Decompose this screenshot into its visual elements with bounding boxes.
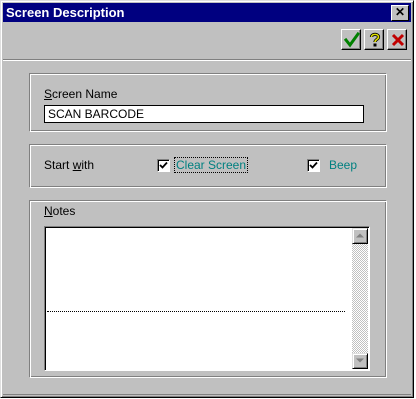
check-icon [309,161,318,169]
page-break-divider [47,311,345,312]
title-bar[interactable]: Screen Description ✕ [3,3,411,22]
notes-scrollbar[interactable] [352,228,368,369]
window-bottom-edge [3,394,411,395]
screen-name-input[interactable]: SCAN BARCODE [44,105,364,123]
ok-button[interactable] [341,29,361,50]
arrow-down-icon [356,358,364,363]
notes-group: Notes [29,200,387,378]
check-icon [159,161,168,169]
beep-label[interactable]: Beep [329,158,357,172]
checkmark-icon [344,32,360,48]
clear-screen-label[interactable]: Clear Screen [173,157,249,173]
screen-name-label: Screen Name [44,87,118,101]
screen-name-group: Screen Name SCAN BARCODE [29,73,387,132]
scroll-down-button[interactable] [352,353,368,369]
arrow-up-icon [356,233,364,238]
window-title: Screen Description [6,5,125,20]
help-button[interactable] [364,29,384,50]
start-with-label: Start with [44,158,95,172]
notes-textarea[interactable] [44,226,370,371]
screen-description-dialog: Screen Description ✕ Screen Name SCAN BA… [0,0,414,398]
toolbar [3,23,411,60]
scroll-up-button[interactable] [352,228,368,244]
notes-label: Notes [44,204,76,218]
x-icon [391,33,405,47]
clear-screen-checkbox[interactable] [157,159,170,172]
cancel-button[interactable] [387,29,407,50]
start-with-group: Start with Clear Screen Beep [29,144,387,188]
question-mark-icon [369,32,381,47]
close-button[interactable]: ✕ [391,5,409,21]
beep-checkbox[interactable] [307,159,320,172]
